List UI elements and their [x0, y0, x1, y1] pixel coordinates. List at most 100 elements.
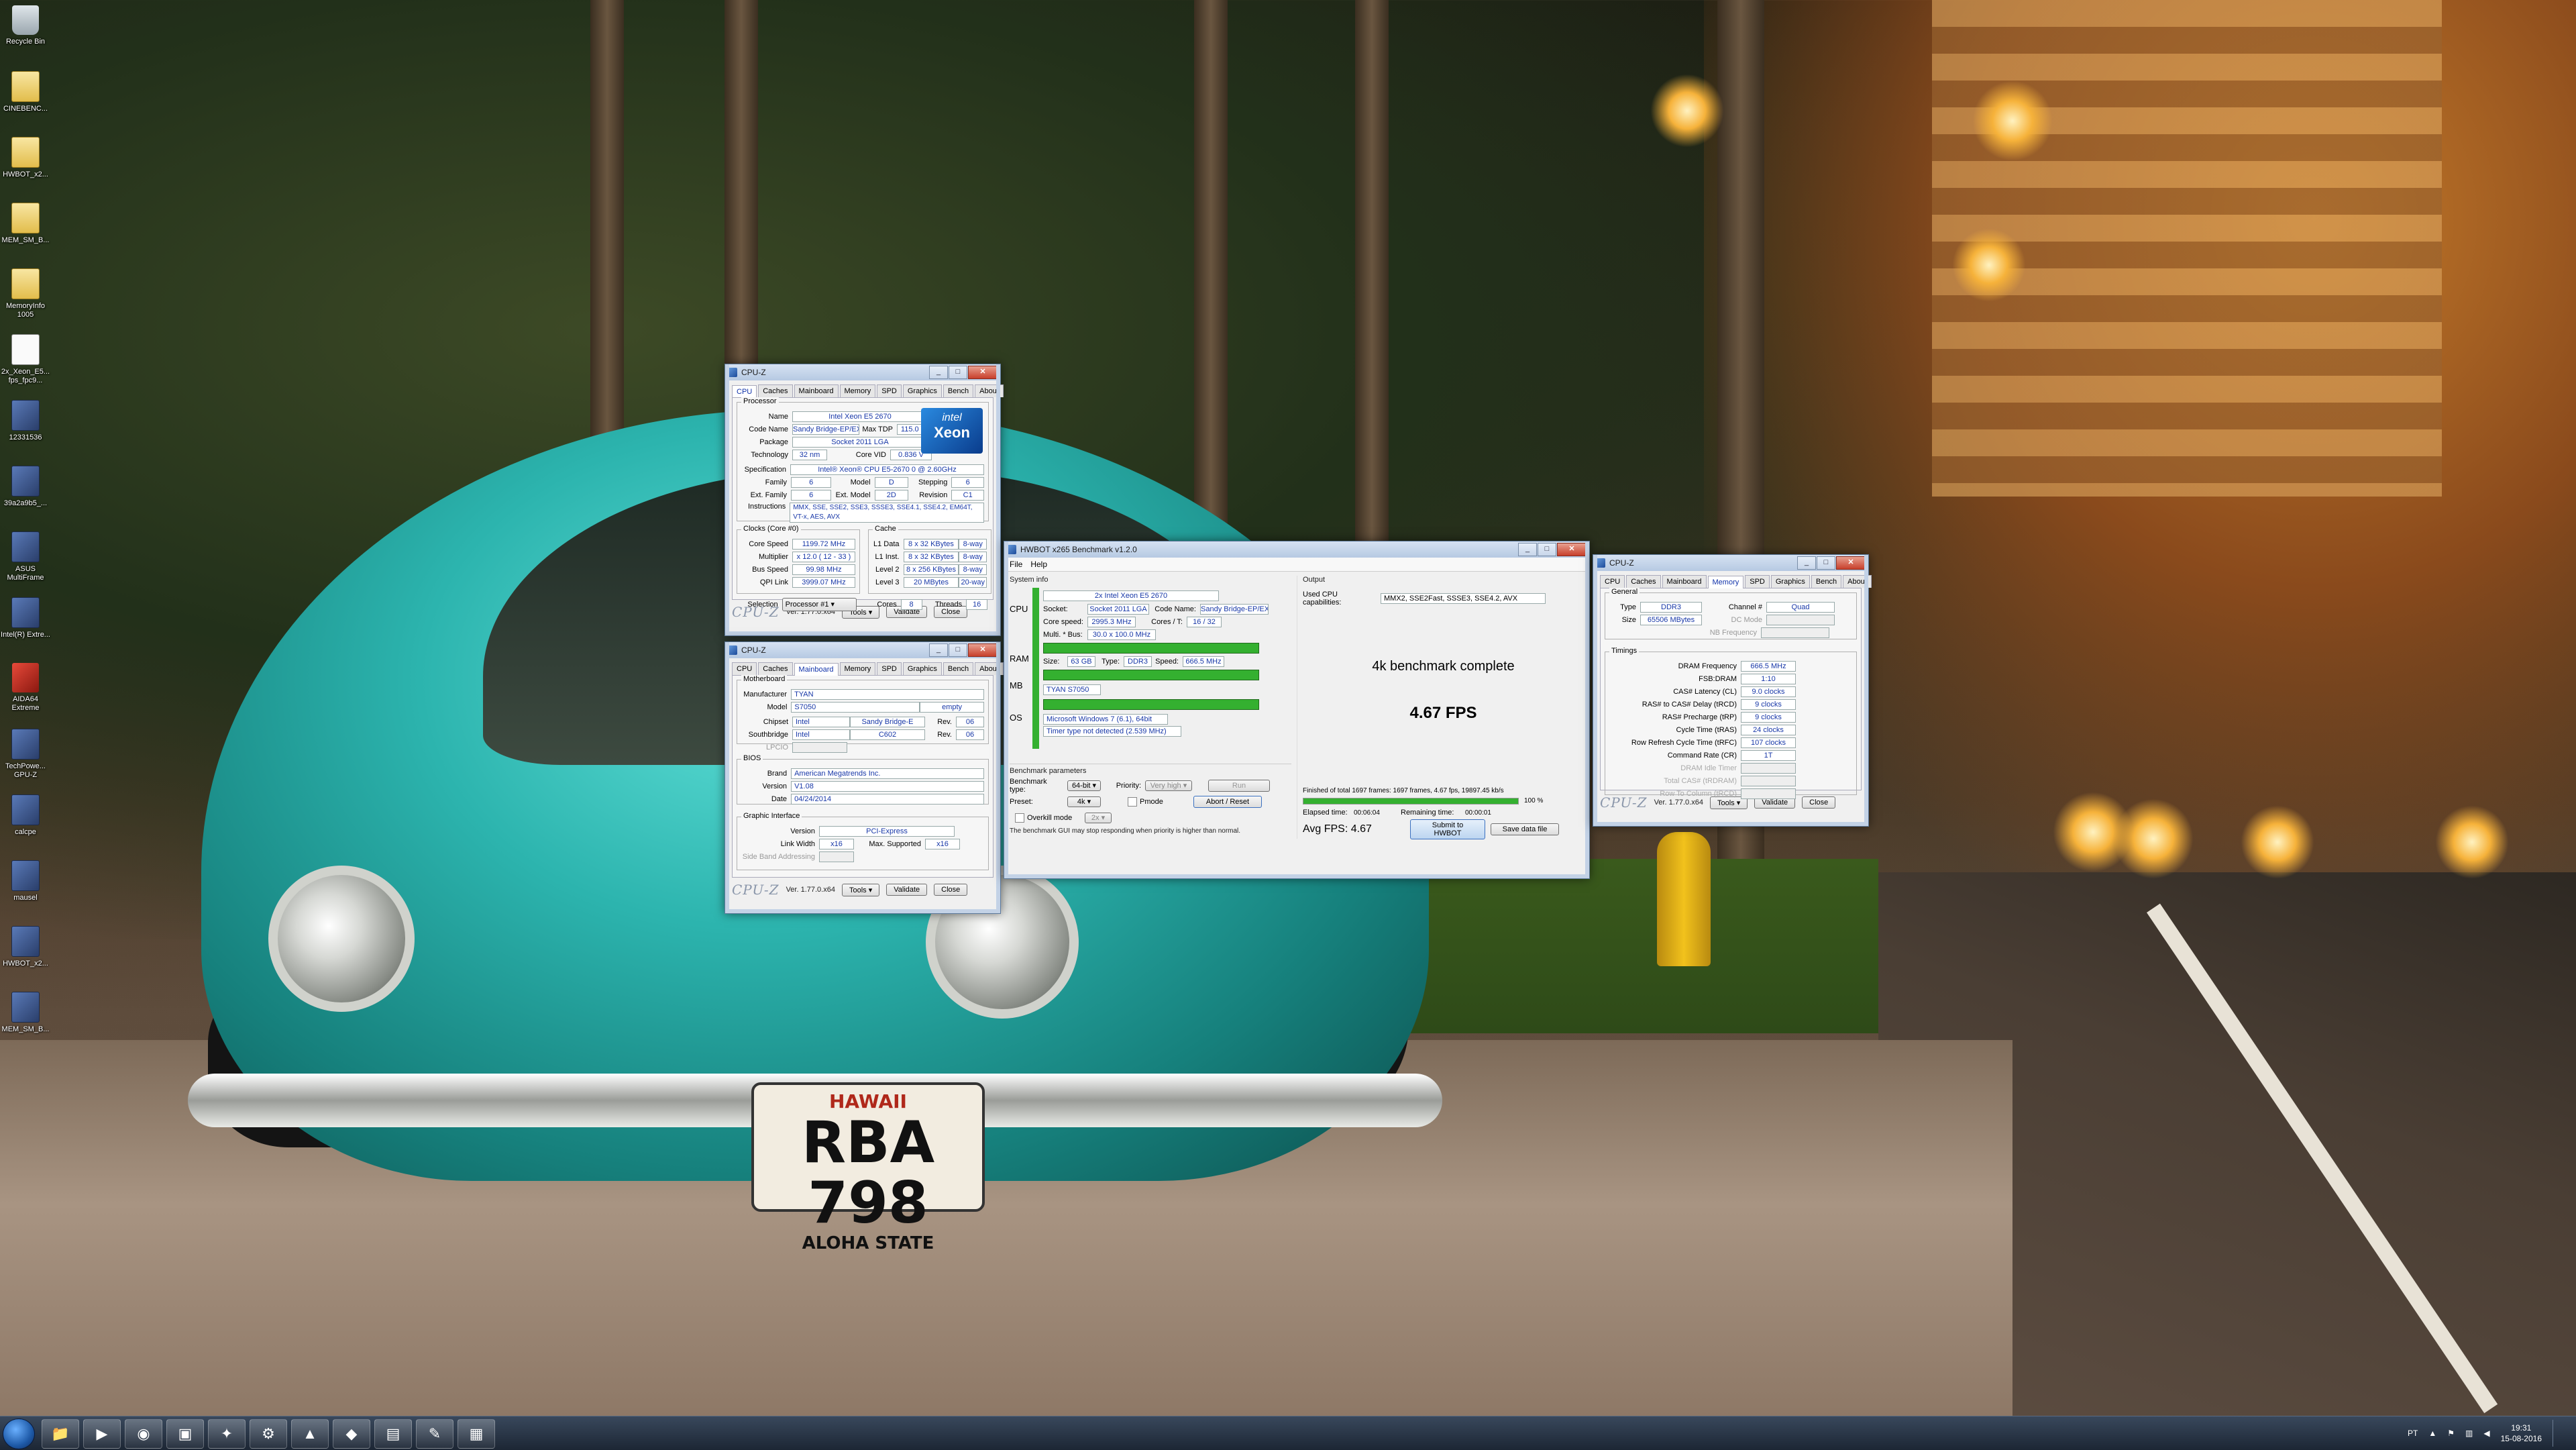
maximize-button[interactable]: □ — [1817, 556, 1835, 570]
tab-memory[interactable]: Memory — [839, 384, 876, 397]
pmode-checkbox[interactable] — [1128, 797, 1137, 807]
window-titlebar[interactable]: HWBOT x265 Benchmark v1.2.0 _ □ ✕ — [1004, 541, 1589, 558]
tab-graphics[interactable]: Graphics — [902, 662, 942, 675]
desktop-icon[interactable]: TechPowe... GPU-Z — [0, 729, 51, 780]
menu-file[interactable]: File — [1010, 560, 1022, 569]
validate-button[interactable]: Validate — [886, 884, 928, 896]
tab-caches[interactable]: Caches — [1626, 575, 1661, 588]
flag-icon[interactable]: ⚑ — [2447, 1429, 2455, 1438]
chrome-taskbar-icon[interactable]: ◉ — [125, 1419, 162, 1449]
language-indicator[interactable]: PT — [2408, 1429, 2418, 1438]
minimize-button[interactable]: _ — [1518, 543, 1537, 556]
cpuz-mainboard-window[interactable]: CPU-Z _ □ ✕ CPU Caches Mainboard Memory SPD G… — [724, 641, 1004, 914]
close-window-button[interactable]: ✕ — [1557, 543, 1587, 556]
tab-spd[interactable]: SPD — [1745, 575, 1770, 588]
tab-cpu[interactable]: CPU — [1600, 575, 1625, 588]
processor-selection-dropdown[interactable]: Processor #1 — [782, 598, 857, 611]
tab-about[interactable]: About — [1843, 575, 1872, 588]
desktop-icon[interactable]: 2x_Xeon_E5... fps_fpc9... — [0, 334, 51, 385]
menu-help[interactable]: Help — [1030, 560, 1047, 569]
desktop-icon[interactable]: mausel — [0, 860, 51, 902]
desktop-icon[interactable]: 12331536 — [0, 400, 51, 442]
tab-cpu[interactable]: CPU — [732, 385, 757, 398]
desktop-icon[interactable]: MEM_SM_B... — [0, 203, 51, 245]
start-button[interactable] — [3, 1418, 35, 1449]
window-titlebar[interactable]: CPU-Z _ □ ✕ — [1593, 555, 1868, 571]
media-player-taskbar-icon[interactable]: ▶ — [83, 1419, 121, 1449]
explorer-taskbar-icon[interactable]: 📁 — [42, 1419, 79, 1449]
tab-bench[interactable]: Bench — [1811, 575, 1842, 588]
benchmark-parameters-label: Benchmark parameters — [1010, 767, 1087, 775]
desktop-icon[interactable]: HWBOT_x2... — [0, 926, 51, 968]
desktop-icon[interactable]: HWBOT_x2... — [0, 137, 51, 179]
volume-icon[interactable]: ◀ — [2483, 1429, 2489, 1438]
priority-dropdown[interactable]: Very high — [1145, 780, 1192, 791]
app-taskbar-icon[interactable]: ▤ — [374, 1419, 412, 1449]
desktop-icon[interactable]: CINEBENC... — [0, 71, 51, 113]
tab-spd[interactable]: SPD — [877, 384, 902, 397]
clock[interactable]: 19:31 15-08-2016 — [2501, 1422, 2542, 1444]
desktop-icon[interactable]: MemoryInfo 1005 — [0, 268, 51, 319]
tab-graphics[interactable]: Graphics — [902, 384, 942, 397]
app-taskbar-icon[interactable]: ✎ — [416, 1419, 453, 1449]
window-titlebar[interactable]: CPU-Z _ □ ✕ — [725, 364, 1000, 380]
app-taskbar-icon[interactable]: ▦ — [458, 1419, 495, 1449]
app-taskbar-icon[interactable]: ◆ — [333, 1419, 370, 1449]
lpcio-label: LPCIO — [765, 743, 788, 752]
cpuz-memory-window[interactable]: CPU-Z _ □ ✕ CPU Caches Mainboard Memory SPD G… — [1593, 554, 1872, 827]
cpuz-cpu-window[interactable]: CPU-Z _ □ ✕ CPU Caches Mainboard Memory SPD G… — [724, 364, 1004, 636]
overkill-dropdown[interactable]: 2x — [1085, 813, 1112, 823]
tab-mainboard[interactable]: Mainboard — [794, 384, 839, 397]
cpu-tab-panel: Processor Name Intel Xeon E5 2670 Code Na… — [732, 397, 994, 611]
save-data-file-button[interactable]: Save data file — [1491, 823, 1559, 835]
maximize-button[interactable]: □ — [1538, 543, 1556, 556]
window-titlebar[interactable]: CPU-Z _ □ ✕ — [725, 642, 1000, 658]
submit-to-hwbot-button[interactable]: Submit to HWBOT — [1410, 819, 1485, 839]
show-hidden-icons-icon[interactable]: ▲ — [2428, 1429, 2436, 1438]
close-button[interactable]: Close — [934, 884, 968, 896]
maximize-button[interactable]: □ — [949, 643, 967, 657]
tab-caches[interactable]: Caches — [758, 662, 793, 675]
desktop-icon[interactable]: calcpe — [0, 794, 51, 837]
tab-caches[interactable]: Caches — [758, 384, 793, 397]
desktop-icon[interactable]: ASUS MultiFrame — [0, 531, 51, 582]
cpuz-taskbar-icon[interactable]: ⚙ — [250, 1419, 287, 1449]
close-window-button[interactable]: ✕ — [1836, 556, 1866, 570]
desktop-icon[interactable]: Intel(R) Extre... — [0, 597, 51, 639]
tab-bench[interactable]: Bench — [943, 384, 974, 397]
minimize-button[interactable]: _ — [1797, 556, 1816, 570]
desktop-icon[interactable]: 39a2a9b5_... — [0, 466, 51, 508]
network-icon[interactable]: ▥ — [2465, 1429, 2473, 1438]
tab-memory[interactable]: Memory — [1707, 576, 1744, 588]
app-taskbar-icon[interactable]: ▣ — [166, 1419, 204, 1449]
tab-about[interactable]: About — [975, 384, 1004, 397]
overkill-checkbox[interactable] — [1015, 813, 1024, 823]
hwbot-taskbar-icon[interactable]: ✦ — [208, 1419, 246, 1449]
tab-bench[interactable]: Bench — [943, 662, 974, 675]
tab-cpu[interactable]: CPU — [732, 662, 757, 675]
desktop-icon[interactable]: Recycle Bin — [0, 5, 51, 46]
tools-button[interactable]: Tools — [841, 883, 880, 896]
tab-about[interactable]: About — [975, 662, 1004, 675]
memory-tab-panel: General Type DDR3 Channel # Quad Size 65506 … — [1600, 588, 1862, 799]
bench-type-dropdown[interactable]: 64-bit — [1067, 780, 1101, 791]
minimize-button[interactable]: _ — [929, 643, 948, 657]
desktop-icon[interactable]: MEM_SM_B... — [0, 992, 51, 1034]
desktop-icon[interactable]: AIDA64 Extreme — [0, 663, 51, 713]
close-window-button[interactable]: ✕ — [968, 643, 998, 657]
run-button[interactable]: Run — [1208, 780, 1270, 792]
tab-graphics[interactable]: Graphics — [1770, 575, 1810, 588]
tab-mainboard[interactable]: Mainboard — [1662, 575, 1707, 588]
show-desktop-button[interactable] — [2553, 1420, 2563, 1447]
preset-dropdown[interactable]: 4k — [1067, 796, 1101, 807]
maximize-button[interactable]: □ — [949, 366, 967, 379]
tab-spd[interactable]: SPD — [877, 662, 902, 675]
plate-number: RBA 798 — [801, 1109, 935, 1237]
tab-mainboard[interactable]: Mainboard — [794, 663, 839, 676]
hwbot-x265-window[interactable]: HWBOT x265 Benchmark v1.2.0 _ □ ✕ File H… — [1004, 541, 1590, 879]
tab-memory[interactable]: Memory — [839, 662, 876, 675]
close-window-button[interactable]: ✕ — [968, 366, 998, 379]
abort-reset-button[interactable]: Abort / Reset — [1193, 796, 1262, 808]
vlc-taskbar-icon[interactable]: ▲ — [291, 1419, 329, 1449]
minimize-button[interactable]: _ — [929, 366, 948, 379]
